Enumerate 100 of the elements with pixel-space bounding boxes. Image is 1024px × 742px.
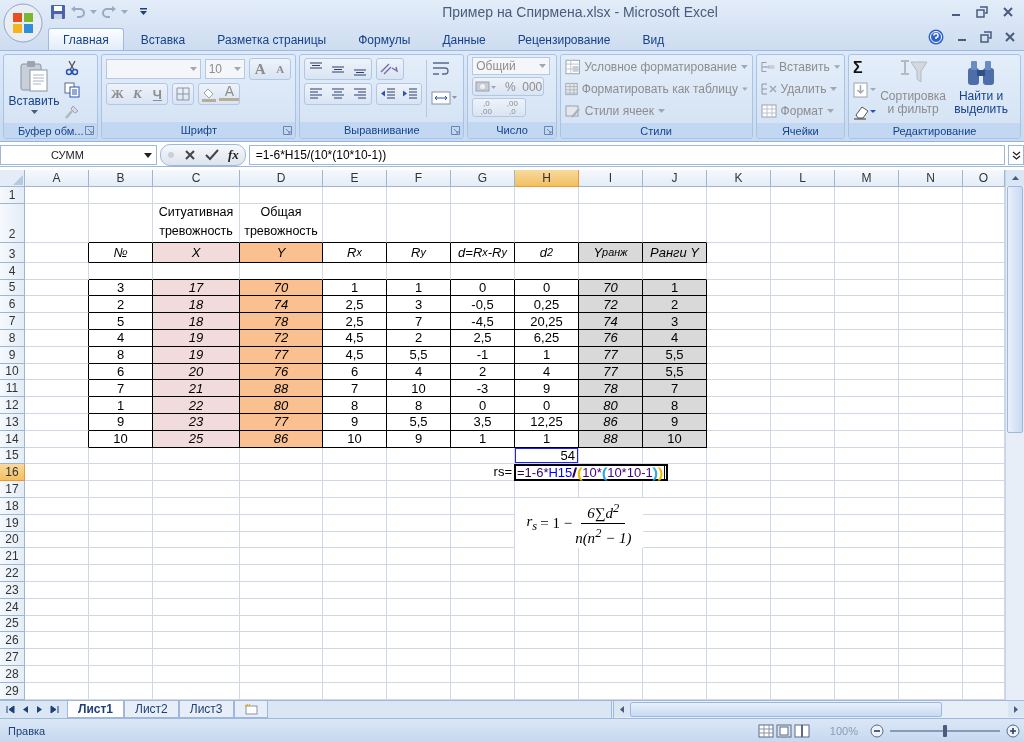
- table-cell: 9: [515, 380, 579, 398]
- table-cell: 0: [451, 397, 515, 414]
- table-cell: 2: [89, 296, 153, 314]
- table-cell: 2,5: [323, 296, 387, 314]
- group-title: Выравнивание: [343, 124, 420, 136]
- row-header[interactable]: 27: [0, 649, 25, 666]
- column-header[interactable]: E: [323, 170, 387, 187]
- column-caption: Ситуативная тревожность: [153, 203, 240, 243]
- ribbon-tab[interactable]: Рецензирование: [502, 28, 626, 50]
- table-cell: -0,5: [451, 296, 515, 314]
- group-title: Шрифт: [180, 124, 217, 136]
- row-header[interactable]: 7: [0, 313, 25, 330]
- column-heading: Ранги Y: [643, 242, 707, 263]
- find-select-button[interactable]: Найти и выделить: [949, 58, 1014, 120]
- row-header[interactable]: 16: [0, 464, 25, 482]
- ribbon-tab[interactable]: Вид: [627, 28, 680, 50]
- column-header[interactable]: A: [25, 170, 89, 187]
- table-cell: 8: [323, 397, 387, 414]
- autosum-button[interactable]: Σ: [853, 60, 878, 76]
- table-cell: 74: [579, 313, 643, 330]
- formula-token: (: [576, 465, 582, 481]
- column-header[interactable]: H: [515, 170, 579, 187]
- column-header[interactable]: J: [643, 170, 707, 187]
- table-cell: -4,5: [451, 313, 515, 330]
- group-title: Число: [496, 124, 528, 136]
- window-title: Пример на Спирмена.xlsx - Microsoft Excel: [441, 4, 719, 20]
- column-header[interactable]: G: [451, 170, 515, 187]
- formula-token: /: [572, 465, 577, 481]
- group-title: Буфер обм...: [17, 124, 84, 137]
- column-heading: Y: [240, 242, 323, 263]
- formula-field[interactable]: =1-6*H15/(10*(10*10-1)): [248, 145, 1005, 165]
- table-cell: 0,25: [515, 296, 579, 314]
- row-header[interactable]: 3: [0, 242, 25, 263]
- table-cell: 3: [643, 313, 707, 330]
- sum-cell: 54: [515, 447, 579, 465]
- formula-token: ): [653, 465, 659, 481]
- column-header[interactable]: L: [771, 170, 835, 187]
- group-title: Стили: [640, 124, 672, 137]
- formula-token: 10*10-1: [607, 465, 653, 481]
- row-header[interactable]: 11: [0, 380, 25, 398]
- table-cell: -3: [451, 380, 515, 398]
- sheet-tab[interactable]: Лист2: [124, 701, 179, 719]
- row-header[interactable]: 2: [0, 203, 25, 243]
- row-header[interactable]: 1: [0, 187, 25, 204]
- ribbon-tab[interactable]: Главная: [48, 28, 124, 50]
- formula-input[interactable]: =1-6*H15/(10*(10*10-1)): [514, 464, 669, 482]
- column-header[interactable]: M: [835, 170, 899, 187]
- ribbon-tab[interactable]: Разметка страницы: [202, 28, 342, 50]
- column-header[interactable]: I: [579, 170, 643, 187]
- formula-token: (: [601, 465, 608, 481]
- table-cell: 80: [579, 397, 643, 414]
- table-cell: 7: [387, 313, 451, 330]
- row-header[interactable]: 22: [0, 565, 25, 582]
- row-header[interactable]: 6: [0, 296, 25, 314]
- table-cell: 8: [387, 397, 451, 414]
- name-box[interactable]: СУММ: [0, 145, 157, 165]
- table-cell: 78: [240, 313, 323, 330]
- row-header[interactable]: 17: [0, 481, 25, 498]
- column-caption: Общая тревожность: [240, 203, 323, 243]
- column-header[interactable]: B: [89, 170, 153, 187]
- sheet-tab[interactable]: Лист1: [67, 701, 125, 719]
- table-cell: 7: [643, 380, 707, 398]
- column-heading: X: [153, 242, 240, 263]
- table-cell: 2,5: [323, 313, 387, 330]
- table-cell: 7: [323, 380, 387, 398]
- math-formula: r$_{s}$ = 1 − 6∑d$^{2}$ n(n$^{2}$ − 1): [515, 498, 643, 548]
- table-cell: 7: [89, 380, 153, 398]
- insert-function-button[interactable]: fx: [228, 147, 239, 163]
- column-header[interactable]: K: [707, 170, 771, 187]
- table-cell: 1: [89, 397, 153, 414]
- table-cell: 74: [240, 296, 323, 314]
- table-cell: 18: [153, 296, 240, 314]
- ribbon-tab[interactable]: Вставка: [125, 28, 201, 50]
- column-header[interactable]: N: [899, 170, 963, 187]
- column-header[interactable]: D: [240, 170, 323, 187]
- row-header[interactable]: 26: [0, 632, 25, 650]
- sheet-tab[interactable]: Лист3: [178, 701, 234, 719]
- table-cell: 5: [89, 313, 153, 330]
- table-cell: 18: [153, 313, 240, 330]
- formula-token: 10*: [582, 465, 602, 481]
- table-cell: 21: [153, 380, 240, 398]
- table-cell: 10: [387, 380, 451, 398]
- formula-token: =1-6*: [517, 465, 549, 481]
- column-header[interactable]: O: [963, 170, 1005, 187]
- column-heading: №: [89, 242, 153, 263]
- status-text: Правка: [8, 724, 47, 737]
- column-header[interactable]: F: [387, 170, 451, 187]
- table-cell: 72: [579, 296, 643, 314]
- ribbon-tab[interactable]: Данные: [427, 28, 501, 50]
- row-header[interactable]: 21: [0, 548, 25, 566]
- row-header[interactable]: 12: [0, 397, 25, 414]
- ribbon-tab[interactable]: Формулы: [343, 28, 426, 50]
- group-title: Ячейки: [781, 124, 819, 137]
- formula-token: H15: [548, 465, 573, 481]
- table-cell: 80: [240, 397, 323, 414]
- table-cell: 8: [643, 397, 707, 414]
- table-cell: 88: [240, 380, 323, 398]
- table-cell: 3: [387, 296, 451, 314]
- paste-button[interactable]: Вставить: [8, 58, 60, 120]
- column-header[interactable]: C: [153, 170, 240, 187]
